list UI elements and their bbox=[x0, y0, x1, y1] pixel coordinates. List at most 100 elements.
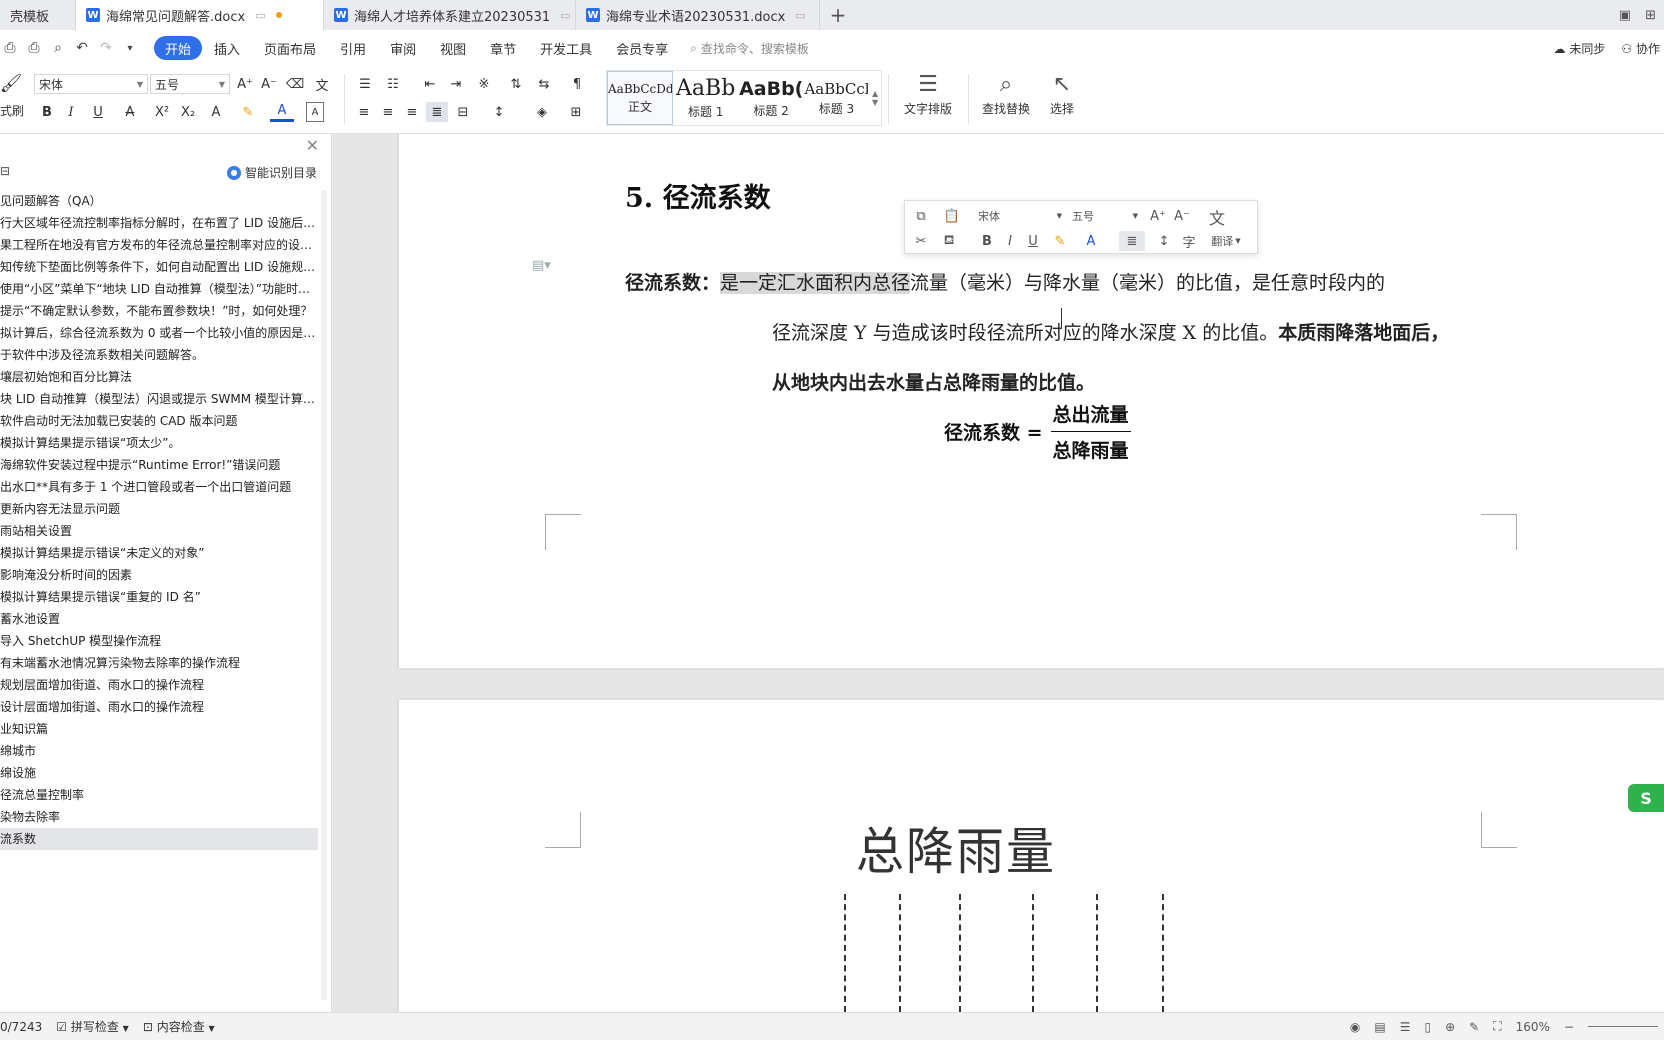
toc-item[interactable]: 拟计算后，综合径流系数为 0 或者一个比较小值的原因是什么？ bbox=[0, 322, 318, 344]
outline-view-icon[interactable]: ☰ bbox=[1400, 1020, 1411, 1034]
phonetic-guide-icon[interactable]: 字 bbox=[1179, 231, 1199, 251]
font-name-select[interactable]: 宋体 ▼ bbox=[34, 74, 148, 94]
toc-item[interactable]: 行大区域年径流控制率指标分解时，在布置了 LID 设施后，年径流总量控制率计算结… bbox=[0, 212, 318, 234]
print-icon[interactable]: ⎙ bbox=[26, 40, 42, 56]
content-check-button[interactable]: ⊡ 内容检查 ▼ bbox=[143, 1018, 215, 1035]
toc-item[interactable]: 影响淹没分析时间的因素 bbox=[0, 564, 318, 586]
style-heading-2[interactable]: AaBb( 标题 2 bbox=[738, 71, 803, 125]
tab-talent-doc[interactable]: W 海绵人才培养体系建立20230531 ▭ bbox=[324, 0, 576, 30]
print-preview-icon[interactable]: ⌕ bbox=[50, 40, 66, 56]
copy-icon[interactable]: ⧉ bbox=[911, 206, 931, 226]
zoom-level[interactable]: 160% bbox=[1516, 1020, 1550, 1034]
toc-item[interactable]: 模拟计算结果提示错误“项太少”。 bbox=[0, 432, 318, 454]
style-heading-1[interactable]: AaBb 标题 1 bbox=[673, 71, 738, 125]
toc-item[interactable]: 径流总量控制率 bbox=[0, 784, 318, 806]
toc-item[interactable]: 提示“不确定默认参数，不能布置参数块！”时，如何处理？ bbox=[0, 300, 318, 322]
format-painter-button[interactable]: 式刷 bbox=[0, 100, 24, 120]
menu-developer[interactable]: 开发工具 bbox=[528, 36, 604, 60]
customize-chevron-icon[interactable]: ▾ bbox=[122, 43, 138, 54]
new-tab-button[interactable]: + bbox=[820, 0, 856, 30]
tab-stop-icon[interactable]: ⇆ bbox=[532, 74, 556, 94]
shading-icon[interactable]: ◈ bbox=[530, 102, 554, 122]
toc-item[interactable]: 模拟计算结果提示错误“重复的 ID 名” bbox=[0, 586, 318, 608]
tab-faq-doc[interactable]: W 海绵常见问题解答.docx ▭ bbox=[76, 0, 324, 30]
subscript-icon[interactable]: X₂ bbox=[178, 102, 198, 122]
underline-icon[interactable]: U bbox=[1023, 231, 1043, 251]
decrease-indent-icon[interactable]: ⇤ bbox=[420, 74, 440, 94]
zoom-out-icon[interactable]: − bbox=[1564, 1020, 1574, 1034]
line-spacing-icon[interactable]: ↕ bbox=[1151, 231, 1177, 251]
font-color-icon[interactable]: A bbox=[270, 102, 294, 122]
toc-item[interactable]: 雨站相关设置 bbox=[0, 520, 318, 542]
smart-toc-button[interactable]: ● 智能识别目录 bbox=[226, 164, 317, 181]
italic-icon[interactable]: I bbox=[62, 102, 80, 122]
tab-terms-doc[interactable]: W 海绵专业术语20230531.docx ▭ bbox=[576, 0, 820, 30]
command-search[interactable]: ⌕ 查找命令、搜索模板 bbox=[690, 40, 809, 57]
toc-item[interactable]: 见问题解答（QA） bbox=[0, 190, 318, 212]
bullet-list-icon[interactable]: ☰ bbox=[354, 74, 376, 94]
find-replace-button[interactable]: ⌕ 查找替换 bbox=[976, 70, 1036, 117]
write-mode-icon[interactable]: ✎ bbox=[1469, 1020, 1479, 1034]
chinese-layout-icon[interactable]: ※ bbox=[472, 74, 496, 94]
undo-icon[interactable]: ↶ bbox=[74, 40, 90, 56]
document-area[interactable]: 5. 径流系数 ▤▾ 径流系数：是一定汇水面积内总径流量（毫米）与降水量（毫米）… bbox=[333, 134, 1664, 1012]
translate-button[interactable]: 翻译 ▼ bbox=[1201, 231, 1251, 251]
highlight-icon[interactable]: ✎ bbox=[236, 102, 260, 122]
shrink-font-icon[interactable]: A⁻ bbox=[260, 74, 278, 94]
cut-icon[interactable]: ✂ bbox=[911, 231, 931, 251]
menu-page-layout[interactable]: 页面布局 bbox=[252, 36, 328, 60]
line-spacing-icon[interactable]: ↕ bbox=[486, 102, 512, 122]
toc-item[interactable]: 导入 ShetchUP 模型操作流程 bbox=[0, 630, 318, 652]
web-view-icon[interactable]: ⊕ bbox=[1445, 1020, 1455, 1034]
shrink-font-icon[interactable]: A⁻ bbox=[1173, 206, 1191, 226]
toc-item[interactable]: 业知识篇 bbox=[0, 718, 318, 740]
clear-format-icon[interactable]: ⌫ bbox=[286, 74, 304, 94]
toc-item[interactable]: 染物去除率 bbox=[0, 806, 318, 828]
numbered-list-icon[interactable]: ☷ bbox=[382, 74, 404, 94]
close-icon[interactable]: ✕ bbox=[306, 136, 319, 155]
toc-item[interactable]: 出水口**具有多于 1 个进口管段或者一个出口管道问题 bbox=[0, 476, 318, 498]
wps-assistant-icon[interactable]: S bbox=[1628, 784, 1664, 812]
strikethrough-icon[interactable]: A bbox=[118, 102, 142, 122]
tab-monitor-icon[interactable]: ▭ bbox=[560, 9, 570, 22]
superscript-icon[interactable]: X² bbox=[152, 102, 172, 122]
spell-check-button[interactable]: ☑ 拼写检查 ▼ bbox=[56, 1018, 129, 1035]
sort-icon[interactable]: ⇅ bbox=[506, 74, 526, 94]
phonetic-icon[interactable]: 文 bbox=[310, 74, 334, 94]
phonetic-icon[interactable]: 文 bbox=[1205, 205, 1229, 229]
page-count[interactable]: 0/7243 bbox=[0, 1020, 42, 1034]
menu-section[interactable]: 章节 bbox=[478, 36, 528, 60]
runoff-formula[interactable]: 径流系数 = 总出流量 总降雨量 bbox=[944, 400, 1131, 463]
format-painter-icon[interactable]: ⛾ bbox=[939, 231, 959, 251]
style-scroll[interactable]: ▲ ▼ bbox=[869, 71, 881, 125]
align-center-icon[interactable]: ≡ bbox=[378, 102, 398, 122]
definition-line-1[interactable]: 径流系数：是一定汇水面积内总径流量（毫米）与降水量（毫米）的比值，是任意时段内的 bbox=[625, 268, 1385, 295]
save-icon[interactable]: ⎙ bbox=[2, 40, 18, 56]
toc-item[interactable]: 果工程所在地没有官方发布的年径流总量控制率对应的设计降雨量数据？ bbox=[0, 234, 318, 256]
toc-item[interactable]: 知传统下垫面比例等条件下，如何自动配置出 LID 设施规模？ bbox=[0, 256, 318, 278]
toc-item[interactable]: 绵设施 bbox=[0, 762, 318, 784]
align-icon[interactable]: ≣ bbox=[1119, 231, 1145, 251]
scrollbar[interactable] bbox=[321, 190, 327, 1000]
bold-icon[interactable]: B bbox=[38, 102, 56, 122]
toc-item[interactable]: 更新内容无法显示问题 bbox=[0, 498, 318, 520]
mini-font-size[interactable]: 五号 ▼ bbox=[1069, 207, 1141, 225]
menu-insert[interactable]: 插入 bbox=[202, 36, 252, 60]
toc-item[interactable]: 壤层初始饱和百分比算法 bbox=[0, 366, 318, 388]
eye-protection-icon[interactable]: ◉ bbox=[1350, 1020, 1360, 1034]
show-marks-icon[interactable]: ¶ bbox=[566, 74, 588, 94]
toc-item[interactable]: 设计层面增加街道、雨水口的操作流程 bbox=[0, 696, 318, 718]
mini-font-name[interactable]: 宋体 ▼ bbox=[975, 207, 1065, 225]
menu-member[interactable]: 会员专享 bbox=[604, 36, 680, 60]
toc-item[interactable]: 软件启动时无法加载已安装的 CAD 版本问题 bbox=[0, 410, 318, 432]
style-normal[interactable]: AaBbCcDd 正文 bbox=[607, 71, 673, 125]
borders-icon[interactable]: ⊞ bbox=[564, 102, 588, 122]
grow-font-icon[interactable]: A⁺ bbox=[1149, 206, 1167, 226]
grid-apps-icon[interactable]: ⊞ bbox=[1645, 8, 1656, 23]
align-left-icon[interactable]: ≡ bbox=[354, 102, 374, 122]
toc-item[interactable]: 蓄水池设置 bbox=[0, 608, 318, 630]
bold-icon[interactable]: B bbox=[977, 231, 997, 251]
toc-item[interactable]: 使用“小区”菜单下“地块 LID 自动推算（模型法）”功能时出错？ bbox=[0, 278, 318, 300]
text-effect-icon[interactable]: A bbox=[204, 102, 228, 122]
collab-button[interactable]: ⚇ 协作 bbox=[1621, 40, 1660, 57]
